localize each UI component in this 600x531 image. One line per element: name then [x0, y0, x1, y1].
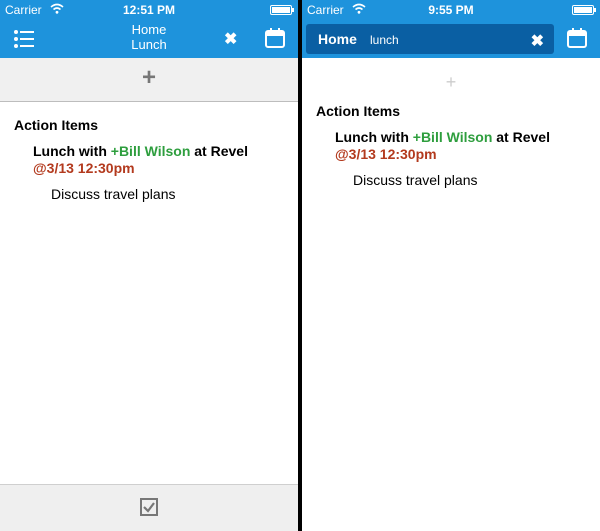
bottom-bar — [0, 484, 298, 531]
add-item-row[interactable]: + — [0, 58, 298, 102]
nav-title-line2: Lunch — [131, 37, 167, 52]
top-bar: Carrier 12:51 PM Home Lunch ✖ — [0, 0, 298, 58]
calendar-icon[interactable] — [567, 28, 587, 48]
nav-title: Home Lunch — [0, 22, 298, 52]
right-screen: Carrier 9:55 PM Home lunch ✖ + Action It… — [302, 0, 600, 531]
section-title: Action Items — [316, 103, 401, 119]
contact-tag[interactable]: +Bill Wilson — [413, 129, 493, 145]
search-input[interactable]: lunch — [370, 33, 399, 47]
list-item[interactable]: Lunch with +Bill Wilson at Revel @3/13 1… — [335, 129, 575, 163]
close-icon[interactable]: ✖ — [531, 31, 544, 51]
item-text-suffix: at Revel — [492, 129, 550, 145]
top-bar: Carrier 9:55 PM Home lunch ✖ — [302, 0, 600, 58]
close-icon[interactable]: ✖ — [224, 29, 237, 49]
item-text-prefix: Lunch with — [335, 129, 413, 145]
calendar-icon[interactable] — [265, 28, 285, 48]
list-item[interactable]: Lunch with +Bill Wilson at Revel @3/13 1… — [33, 143, 273, 177]
status-bar: Carrier 12:51 PM — [0, 0, 298, 20]
status-bar: Carrier 9:55 PM — [302, 0, 600, 20]
checkbox-icon[interactable] — [140, 498, 158, 516]
search-scope-label: Home — [318, 31, 357, 47]
item-date: @3/13 12:30pm — [335, 146, 437, 162]
left-screen: Carrier 12:51 PM Home Lunch ✖ + Action I… — [0, 0, 298, 531]
item-date: @3/13 12:30pm — [33, 160, 135, 176]
item-text-suffix: at Revel — [190, 143, 248, 159]
nav-title-line1: Home — [131, 22, 167, 37]
status-time: 9:55 PM — [428, 3, 474, 17]
status-time: 12:51 PM — [122, 3, 176, 17]
section-title: Action Items — [14, 117, 99, 133]
contact-tag[interactable]: +Bill Wilson — [111, 143, 191, 159]
battery-icon — [270, 5, 294, 15]
item-note: Discuss travel plans — [353, 172, 478, 188]
item-text-prefix: Lunch with — [33, 143, 111, 159]
plus-icon[interactable]: + — [302, 72, 600, 93]
item-note: Discuss travel plans — [51, 186, 176, 202]
nav-bar: Home Lunch ✖ — [0, 20, 298, 58]
plus-icon[interactable]: + — [0, 64, 298, 92]
battery-icon — [572, 5, 596, 15]
search-field[interactable]: Home lunch ✖ — [306, 24, 554, 54]
nav-bar: Home lunch ✖ — [302, 20, 600, 58]
